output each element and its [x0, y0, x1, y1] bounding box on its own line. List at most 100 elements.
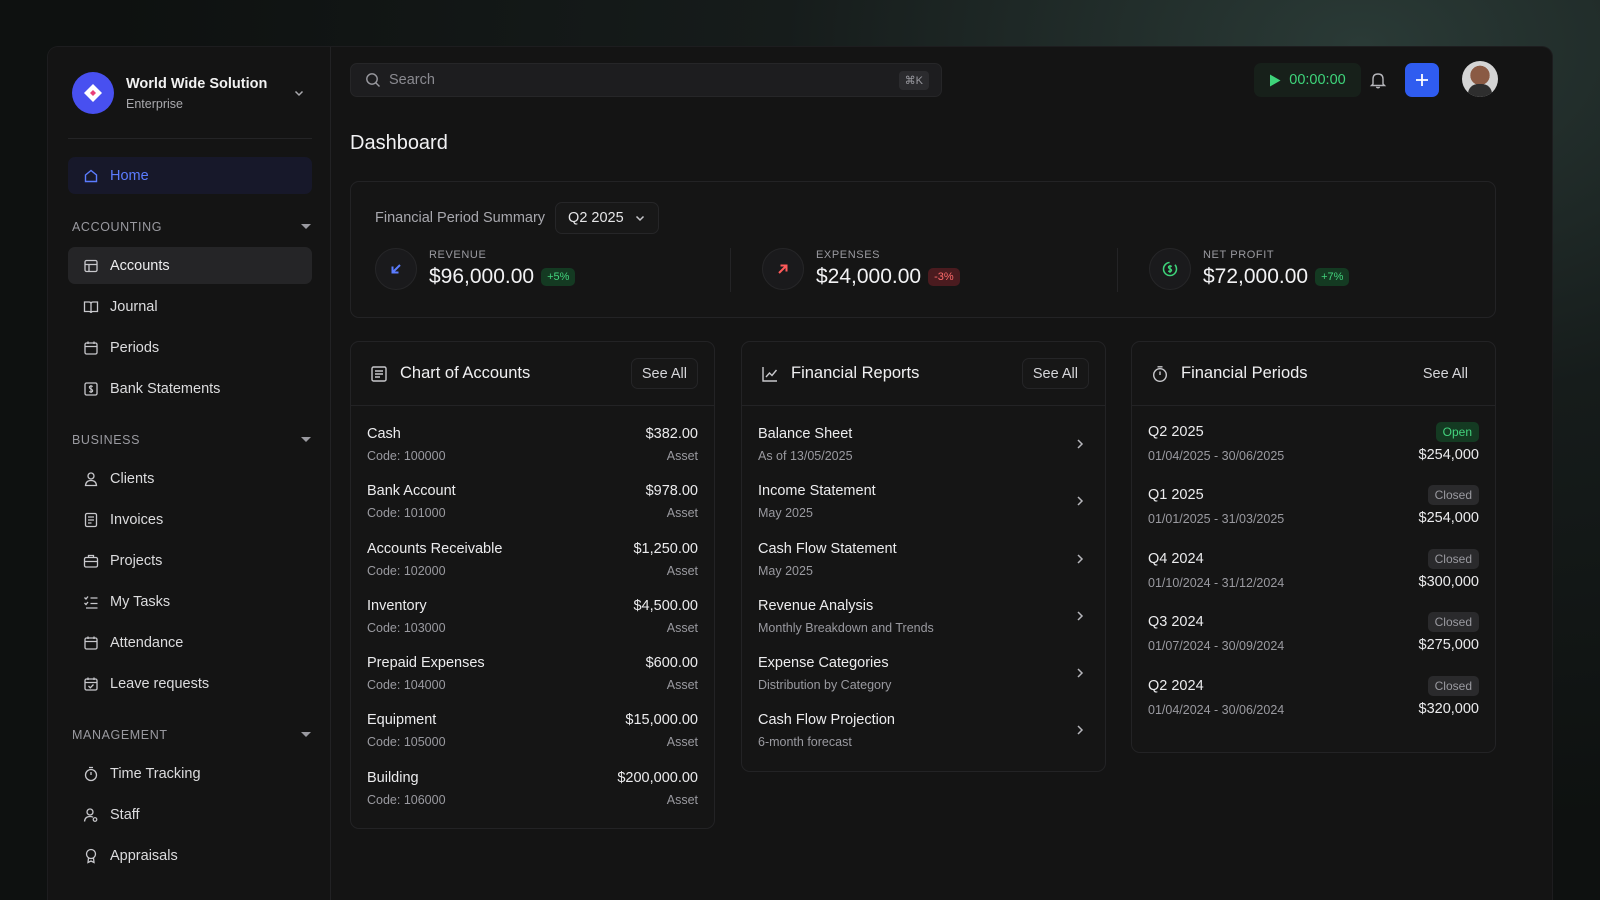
- line-chart-icon: [760, 364, 780, 384]
- account-amount: $382.00: [645, 426, 698, 442]
- list-item[interactable]: Bank Account Code: 101000 $978.00 Asset: [351, 473, 714, 530]
- caret-down-icon: [301, 732, 311, 737]
- list-item[interactable]: Building Code: 106000 $200,000.00 Asset: [351, 760, 714, 817]
- financial-periods-card: Financial Periods See All Q2 2025 01/04/…: [1131, 341, 1496, 753]
- period-amount: $254,000: [1418, 447, 1479, 463]
- card-title: Chart of Accounts: [400, 364, 531, 382]
- section-accounting[interactable]: ACCOUNTING: [72, 219, 312, 235]
- section-title: ACCOUNTING: [72, 220, 163, 234]
- list-item[interactable]: Inventory Code: 103000 $4,500.00 Asset: [351, 588, 714, 645]
- org-switcher[interactable]: World Wide Solution Enterprise: [72, 70, 308, 116]
- section-management[interactable]: MANAGEMENT: [72, 727, 312, 743]
- sidebar-item-label: Staff: [110, 806, 140, 823]
- sidebar-item-projects[interactable]: Projects: [68, 542, 312, 579]
- add-button[interactable]: [1405, 63, 1439, 97]
- list-item[interactable]: Q3 2024 01/07/2024 - 30/09/2024 Closed $…: [1132, 602, 1495, 665]
- status-badge: Closed: [1427, 612, 1479, 633]
- card-title: Financial Periods: [1181, 364, 1308, 382]
- report-subtitle: As of 13/05/2025: [758, 449, 853, 463]
- sidebar-item-label: Clients: [110, 470, 155, 487]
- section-business[interactable]: BUSINESS: [72, 432, 312, 448]
- chevron-right-icon: [1073, 552, 1087, 566]
- report-name: Balance Sheet: [758, 426, 853, 442]
- report-subtitle: May 2025: [758, 563, 813, 578]
- see-all-button[interactable]: See All: [1412, 358, 1479, 389]
- search-input[interactable]: [389, 72, 899, 88]
- sidebar-item-invoices[interactable]: Invoices: [68, 501, 312, 538]
- status-badge: Closed: [1427, 485, 1479, 506]
- list-item[interactable]: Prepaid Expenses Code: 104000 $600.00 As…: [351, 645, 714, 702]
- list-item[interactable]: Q1 2025 01/01/2025 - 31/03/2025 Closed $…: [1132, 475, 1495, 538]
- sidebar-item-attendance[interactable]: Attendance: [68, 624, 312, 661]
- report-name: Expense Categories: [758, 655, 889, 672]
- bell-icon[interactable]: [1366, 68, 1390, 92]
- app-window: World Wide Solution Enterprise Home ACCO…: [48, 47, 1552, 900]
- sidebar-item-appraisals[interactable]: Appraisals: [68, 837, 312, 874]
- sidebar-item-staff[interactable]: Staff: [68, 796, 312, 833]
- list-item[interactable]: Q4 2024 01/10/2024 - 31/12/2024 Closed $…: [1132, 539, 1495, 602]
- table-icon: [82, 257, 100, 275]
- account-amount: $15,000.00: [625, 712, 698, 729]
- period-name: Q3 2024: [1148, 614, 1204, 631]
- period-select[interactable]: Q2 2025: [555, 202, 659, 234]
- arrow-down-left-icon: [375, 248, 417, 290]
- account-type: Asset: [666, 449, 698, 463]
- sidebar-item-clients[interactable]: Clients: [68, 460, 312, 497]
- list-item[interactable]: Cash Flow Projection 6-month forecast: [742, 702, 1105, 759]
- list-item[interactable]: Income Statement May 2025: [742, 473, 1105, 530]
- list-item[interactable]: Expense Categories Distribution by Categ…: [742, 645, 1105, 702]
- sidebar-item-accounts[interactable]: Accounts: [68, 247, 312, 284]
- list-item[interactable]: Cash Flow Statement May 2025: [742, 531, 1105, 588]
- financial-reports-card: Financial Reports See All Balance Sheet …: [741, 341, 1106, 772]
- list-item[interactable]: Equipment Code: 105000 $15,000.00 Asset: [351, 702, 714, 759]
- avatar[interactable]: [1462, 61, 1498, 97]
- sidebar-item-periods[interactable]: Periods: [68, 329, 312, 366]
- list-item[interactable]: Cash Code: 100000 $382.00 Asset: [351, 416, 714, 473]
- chart-of-accounts-card: Chart of Accounts See All Cash Code: 100…: [350, 341, 715, 829]
- dollar-document-icon: [82, 380, 100, 398]
- sidebar-item-label: Bank Statements: [110, 380, 221, 397]
- caret-down-icon: [301, 437, 311, 442]
- org-name: World Wide Solution: [126, 75, 268, 92]
- sidebar-item-label: My Tasks: [110, 593, 171, 610]
- sidebar-item-label: Time Tracking: [110, 765, 201, 782]
- user-icon: [82, 470, 100, 488]
- period-dates: 01/10/2024 - 31/12/2024: [1148, 575, 1285, 590]
- account-type: Asset: [666, 678, 698, 693]
- list-item[interactable]: Balance Sheet As of 13/05/2025: [742, 416, 1105, 473]
- see-all-button[interactable]: See All: [1021, 358, 1089, 389]
- search-bar[interactable]: ⌘K: [350, 63, 942, 97]
- period-amount: $300,000: [1418, 573, 1479, 590]
- account-code: Code: 104000: [367, 678, 446, 693]
- report-name: Cash Flow Projection: [758, 712, 895, 729]
- list-item[interactable]: Q2 2024 01/04/2024 - 30/06/2024 Closed $…: [1132, 666, 1495, 729]
- period-dates: 01/07/2024 - 30/09/2024: [1148, 639, 1285, 654]
- metric-label: EXPENSES: [816, 249, 881, 261]
- status-badge: Closed: [1427, 675, 1479, 696]
- sidebar-item-bank-statements[interactable]: Bank Statements: [68, 370, 312, 407]
- sidebar-item-journal[interactable]: Journal: [68, 288, 312, 325]
- account-name: Prepaid Expenses: [367, 655, 485, 672]
- sidebar-item-time-tracking[interactable]: Time Tracking: [68, 755, 312, 792]
- user-settings-icon: [82, 806, 100, 824]
- main-content: ⌘K 00:00:00 Dashboard Financial Period S…: [331, 47, 1552, 900]
- see-all-button[interactable]: See All: [630, 358, 698, 389]
- section-title: MANAGEMENT: [72, 728, 168, 742]
- metric-value: $72,000.00: [1203, 265, 1309, 288]
- sidebar-item-leave-requests[interactable]: Leave requests: [68, 665, 312, 702]
- timer-button[interactable]: 00:00:00: [1254, 63, 1361, 97]
- invoice-icon: [82, 511, 100, 529]
- list-item[interactable]: Accounts Receivable Code: 102000 $1,250.…: [351, 531, 714, 588]
- list-item[interactable]: Revenue Analysis Monthly Breakdown and T…: [742, 588, 1105, 645]
- sidebar: World Wide Solution Enterprise Home ACCO…: [48, 47, 331, 900]
- sidebar-item-home[interactable]: Home: [68, 157, 312, 194]
- sidebar-item-my-tasks[interactable]: My Tasks: [68, 583, 312, 620]
- sidebar-item-label: Appraisals: [110, 847, 178, 864]
- account-code: Code: 100000: [367, 449, 446, 463]
- section-title: BUSINESS: [72, 433, 141, 447]
- list-item[interactable]: Q2 2025 01/04/2025 - 30/06/2025 Open $25…: [1132, 412, 1495, 475]
- change-badge: -3%: [928, 268, 960, 286]
- summary-label: Financial Period Summary: [375, 210, 546, 226]
- metric-value: $96,000.00: [429, 265, 535, 288]
- report-subtitle: Monthly Breakdown and Trends: [758, 620, 934, 635]
